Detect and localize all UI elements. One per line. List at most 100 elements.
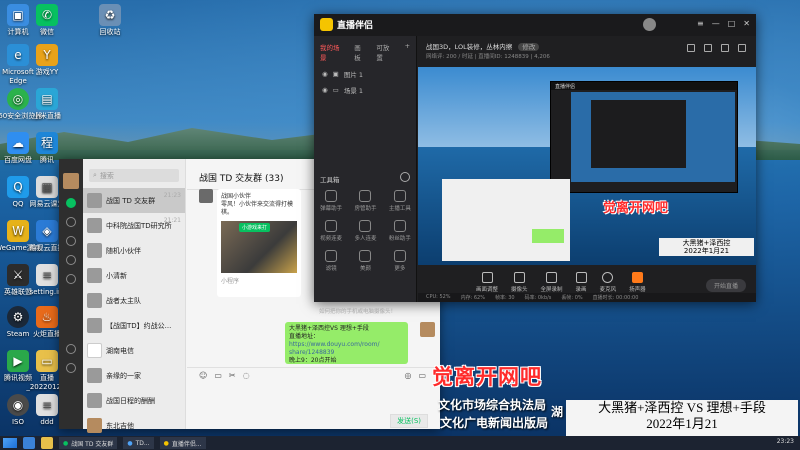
taskbar-task-wechat[interactable]: ● 战国 TD 交友群 (59, 437, 118, 449)
tab-canvas[interactable]: 画板 (354, 42, 366, 62)
chat-item[interactable]: 东北吉他 (83, 413, 185, 436)
chat-item[interactable]: 随机小伙伴 (83, 238, 185, 263)
chat-item[interactable]: 小清新 (83, 263, 185, 288)
title-bar: 直播伴侣 ≡ — □ ✕ (314, 14, 756, 36)
scene-item[interactable]: ◉ ▭ 场景 1 (314, 82, 416, 98)
start-live-button[interactable]: 开始直播 (705, 279, 746, 292)
fullscreen-icon (546, 272, 558, 283)
eye-icon[interactable]: ◉ (322, 70, 328, 78)
taskbar-task-td[interactable]: ● TD... (123, 437, 154, 449)
live-main: 战国3D，LOL装修，丛林内擦 修改 网络评: 200 / 时延 | 直播间ID… (418, 36, 756, 302)
multi-link-icon (359, 220, 372, 232)
tool-item[interactable]: 多人连麦 (348, 220, 382, 242)
screen-icon[interactable] (738, 44, 746, 52)
avatar (87, 393, 102, 408)
screen-adjust-icon (481, 272, 493, 283)
minimize-icon[interactable]: — (712, 19, 720, 28)
desktop-icon-recycle-bin[interactable]: ♻ 回收站 (85, 4, 135, 37)
favorites-tab-icon[interactable] (66, 236, 76, 246)
avatar[interactable] (643, 18, 656, 31)
desktop-icon-xiaomi[interactable]: ▤ 小米直播 (22, 88, 72, 121)
toolbox-settings-icon[interactable] (400, 172, 410, 182)
tab-placeable[interactable]: 可放置 (376, 42, 394, 62)
maximize-icon[interactable]: □ (728, 19, 736, 28)
nested-preview-window: 直播伴侣 (550, 81, 738, 193)
chat-item[interactable]: 湖南电信 (83, 338, 185, 363)
tool-item[interactable]: 弹幕助手 (314, 190, 348, 212)
emoji-icon[interactable]: ☺ (199, 371, 207, 380)
beauty-icon (359, 250, 372, 262)
add-icon[interactable]: + (405, 42, 410, 62)
fullscreen-record-button[interactable]: 全屏录制 (541, 272, 563, 293)
miniprogram-card[interactable]: 战国小伙伴 零风！小伙伴来交流得打模棋。 小游戏来打 小程序 (217, 189, 301, 297)
close-icon[interactable]: ✕ (743, 19, 750, 28)
send-button[interactable]: 发送(S) (390, 414, 428, 428)
chat-item[interactable]: 战者太主队 (83, 288, 185, 313)
tool-item[interactable]: 房管助手 (348, 190, 382, 212)
tool-item[interactable]: 粉丝助手 (383, 220, 417, 242)
video-link-icon (325, 220, 338, 232)
miniprogram-tab-icon[interactable] (66, 344, 76, 354)
scene-panel: 我的场景 画板 可放置 + ◉ ▣ 图片 1 ◉ ▭ 场景 1 工具箱 弹幕助手… (314, 36, 417, 315)
stream-preview[interactable]: 直播伴侣 觉离开网吧 大黑猪+泽西控 2022年1月21 (418, 67, 756, 265)
eye-icon[interactable]: ◉ (322, 86, 328, 94)
avatar[interactable] (420, 322, 435, 337)
taskbar-task-zb[interactable]: ● 直播伴侣... (159, 437, 206, 449)
stream-link[interactable]: https://www.douyu.com/room/ (289, 341, 380, 348)
overlay-title: 觉离开网吧 (432, 365, 542, 389)
record-button[interactable]: 录画 (575, 272, 587, 293)
tool-item[interactable]: 主播工具 (383, 190, 417, 212)
preview-caption: 大黑猪+泽西控 2022年1月21 (659, 238, 754, 256)
files-tab-icon[interactable] (66, 255, 76, 265)
desktop-icon-game-yy[interactable]: Y 游戏YY (22, 44, 72, 77)
chat-tab-icon[interactable] (66, 198, 76, 208)
desktop: ▣ 计算机 e Microsoft Edge ◎ 360安全浏览器 ☁ 百度网盘… (0, 0, 800, 436)
video-call-icon[interactable]: ▭ (418, 371, 426, 380)
speaker-button[interactable]: 扬声器 (629, 272, 646, 293)
camera-tip[interactable]: 如何把你的手机或电脑摄像头！ (319, 307, 396, 315)
tool-item[interactable]: 美颜 (348, 250, 382, 272)
chat-item[interactable]: 战国日程的酬酬 (83, 388, 185, 413)
search-icon[interactable] (23, 437, 35, 449)
screen-adjust-button[interactable]: 画面调整 (476, 272, 498, 293)
tab-my-scene[interactable]: 我的场景 (320, 42, 344, 62)
window-controls: ≡ — □ ✕ (697, 19, 750, 28)
chat-bubble-icon[interactable]: ◌ (243, 371, 250, 380)
system-clock[interactable]: 23:23 (777, 438, 794, 445)
chat-item[interactable]: 亲缘的一家 (83, 363, 185, 388)
wechat-icon: ● (63, 439, 69, 447)
avatar[interactable] (199, 189, 213, 203)
chat-item[interactable]: 【战国TD】约战公... (83, 313, 185, 338)
tool-item[interactable]: 滤镜 (314, 250, 348, 272)
chat-item[interactable]: 战国 TD 交友群 21:23 (83, 188, 185, 213)
document-icon: ▦ (36, 176, 58, 198)
chat-item[interactable]: 中科院战国TD研究所 21:21 (83, 213, 185, 238)
scissors-icon[interactable]: ✂ (229, 371, 236, 380)
settings-menu-icon[interactable] (66, 363, 76, 373)
desktop-icon-wechat[interactable]: ✆ 微信 (22, 4, 72, 37)
camera-button[interactable]: 摄像头 (511, 272, 528, 293)
card-image: 小游戏来打 (221, 221, 297, 273)
scene-item[interactable]: ◉ ▣ 图片 1 (314, 66, 416, 82)
contacts-tab-icon[interactable] (66, 217, 76, 227)
moments-tab-icon[interactable] (66, 274, 76, 284)
live-companion-window[interactable]: 直播伴侣 ≡ — □ ✕ 我的场景 画板 可放置 + ◉ ▣ 图片 1 ◉ ▭ … (314, 14, 756, 315)
filter-icon (325, 250, 338, 262)
nested-preview-app (591, 100, 686, 168)
search-input[interactable]: ⌕ 搜索 (89, 169, 179, 182)
microphone-button[interactable]: 麦克风 (600, 272, 616, 293)
explorer-icon[interactable] (41, 437, 53, 449)
menu-icon[interactable]: ≡ (697, 19, 704, 28)
avatar[interactable] (63, 173, 79, 189)
lock-icon[interactable] (704, 44, 712, 52)
message-bubble[interactable]: 大黑猪+泽西控VS 理想+手段 直播地址：https://www.douyu.c… (285, 322, 408, 364)
share-icon[interactable] (687, 44, 695, 52)
folder-icon: ▭ (36, 350, 58, 372)
tool-item[interactable]: 更多 (383, 250, 417, 272)
start-button[interactable] (3, 438, 17, 448)
edit-title-button[interactable]: 修改 (518, 43, 540, 51)
folder-icon[interactable]: ▭ (214, 371, 222, 380)
record-icon[interactable] (721, 44, 729, 52)
tool-item[interactable]: 视频连麦 (314, 220, 348, 242)
voice-call-icon[interactable]: ◎ (404, 371, 411, 380)
